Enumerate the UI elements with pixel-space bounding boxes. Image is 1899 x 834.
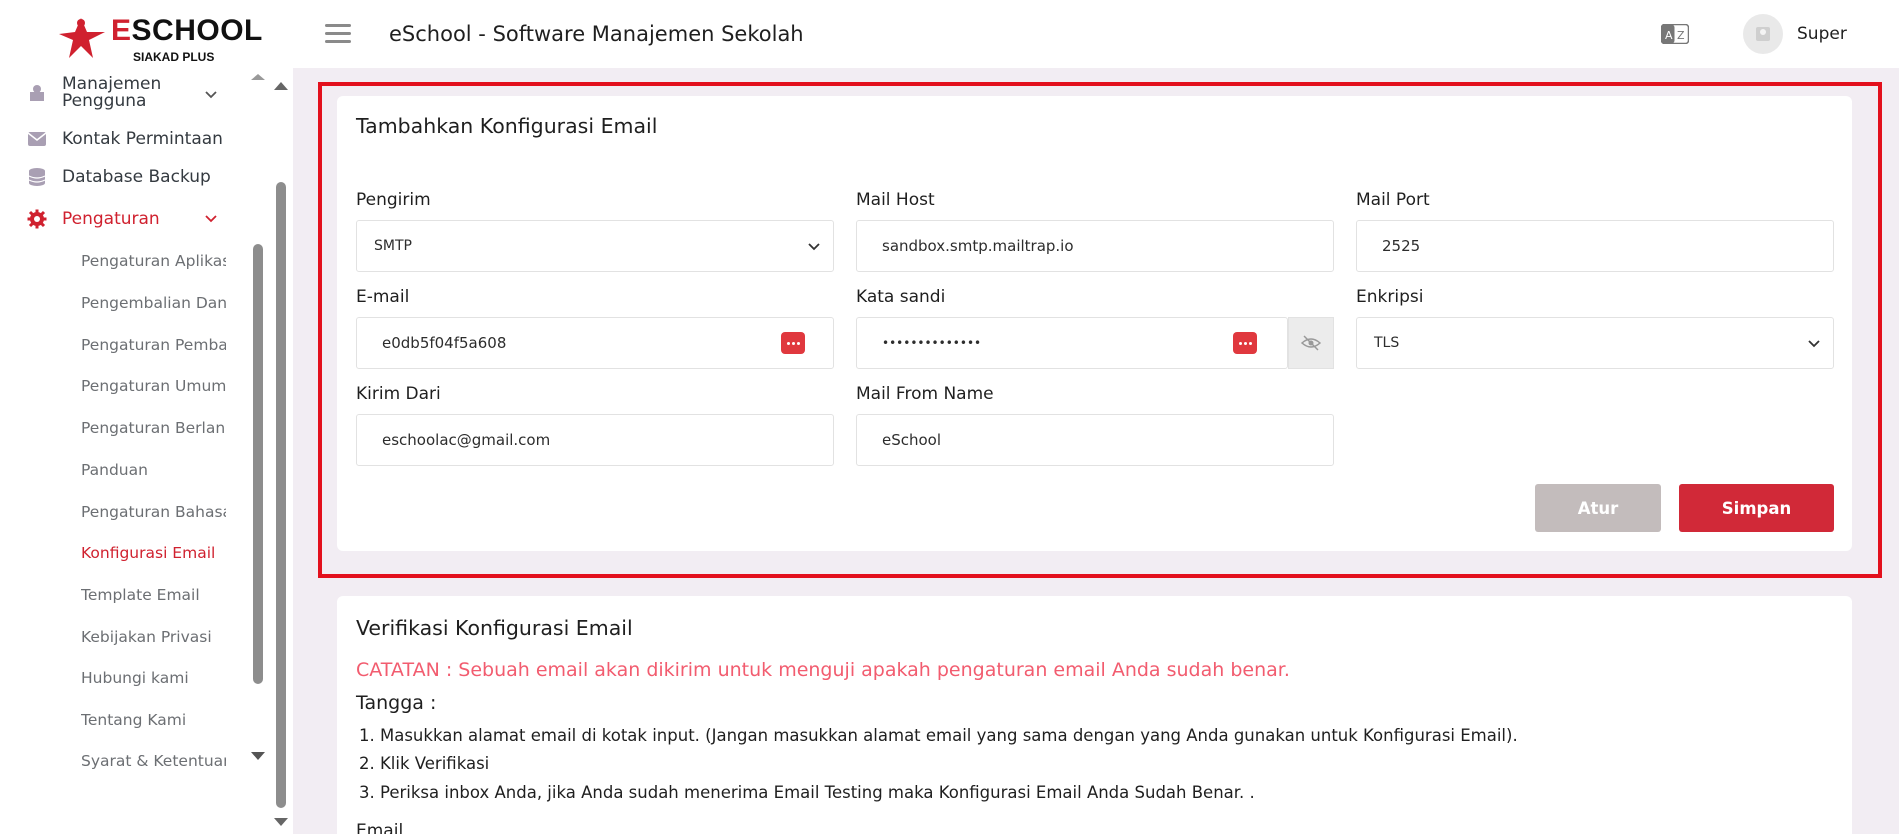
steps-title: Tangga : xyxy=(356,692,437,714)
user-name[interactable]: Super xyxy=(1797,24,1847,44)
submenu-item[interactable]: Template Email xyxy=(81,586,226,604)
gear-icon xyxy=(26,208,48,230)
submenu-item[interactable]: Hubungi kami xyxy=(81,669,226,687)
envelope-icon xyxy=(26,128,48,150)
host-value: sandbox.smtp.mailtrap.io xyxy=(882,237,1074,255)
eye-slash-icon xyxy=(1301,335,1321,351)
mail-host-input[interactable]: sandbox.smtp.mailtrap.io xyxy=(856,220,1334,272)
submenu-item[interactable]: Pengaturan Berlangganan xyxy=(81,419,226,437)
submenu-item[interactable]: Pengaturan Bahasa xyxy=(81,503,226,521)
sidebar-item-label: Manajemen Pengguna xyxy=(62,76,161,110)
step-item: 2. Klik Verifikasi xyxy=(359,754,490,773)
sidebar-item-label: Pengaturan xyxy=(62,209,160,229)
encryption-value: TLS xyxy=(1374,335,1400,351)
password-manager-icon[interactable] xyxy=(781,332,805,354)
language-icon[interactable]: AZ xyxy=(1661,24,1689,44)
email-config-card: Tambahkan Konfigurasi Email Pengirim SMT… xyxy=(337,96,1852,551)
submenu-item[interactable]: Tentang Kami xyxy=(81,711,226,729)
email-input[interactable]: e0db5f04f5a608 xyxy=(356,317,834,369)
chevron-down-icon[interactable] xyxy=(204,212,218,226)
sidebar: ESCHOOL SIAKAD PLUS Manajemen Pengguna K… xyxy=(0,0,293,834)
encryption-label: Enkripsi xyxy=(1356,287,1424,307)
mail-port-input[interactable]: 2525 xyxy=(1356,220,1834,272)
mailer-value: SMTP xyxy=(374,238,412,254)
brand-sub: SIAKAD PLUS xyxy=(133,50,215,64)
sidebar-item-label: Kontak Permintaan xyxy=(62,129,223,149)
password-manager-icon[interactable] xyxy=(1233,332,1257,354)
submenu-item[interactable]: Pengembalian Dana xyxy=(81,294,226,312)
mail-from-name-input[interactable]: eSchool xyxy=(856,414,1334,466)
step-item: 1. Masukkan alamat email di kotak input.… xyxy=(359,726,1518,745)
save-button[interactable]: Simpan xyxy=(1679,484,1834,532)
avatar[interactable] xyxy=(1743,14,1783,54)
email-value: e0db5f04f5a608 xyxy=(382,334,507,352)
app-title: eSchool - Software Manajemen Sekolah xyxy=(389,22,804,46)
svg-text:Z: Z xyxy=(1677,29,1685,42)
email-label: E-mail xyxy=(356,287,410,307)
sidebar-item-pengaturan[interactable]: Pengaturan xyxy=(26,208,160,230)
sidebar-scrollbar-thumb[interactable] xyxy=(253,244,263,684)
toggle-password-button[interactable] xyxy=(1288,317,1334,369)
password-label: Kata sandi xyxy=(856,287,946,307)
sidebar-item-database[interactable]: Database Backup xyxy=(26,166,211,188)
outer-scroll-down-arrow[interactable] xyxy=(274,818,288,826)
submenu-item[interactable]: Panduan xyxy=(81,461,226,479)
avatar-image-icon xyxy=(1756,27,1770,41)
note-text: CATATAN : Sebuah email akan dikirim untu… xyxy=(356,659,1290,681)
menu-toggle-icon[interactable] xyxy=(325,24,351,44)
mailer-select[interactable]: SMTP xyxy=(356,220,834,272)
encryption-select[interactable]: TLS xyxy=(1356,317,1834,369)
mailer-label: Pengirim xyxy=(356,190,431,210)
label-line2: Pengguna xyxy=(62,91,147,111)
scroll-down-arrow[interactable] xyxy=(251,752,265,760)
step-item: 3. Periksa inbox Anda, jika Anda sudah m… xyxy=(359,783,1255,802)
from-name-label: Mail From Name xyxy=(856,384,994,404)
brand-logo[interactable]: ESCHOOL SIAKAD PLUS xyxy=(55,12,262,64)
chevron-down-icon xyxy=(808,243,820,251)
password-value: •••••••••••••• xyxy=(882,336,982,350)
mail-from-input[interactable]: eschoolac@gmail.com xyxy=(356,414,834,466)
database-icon xyxy=(26,166,48,188)
card-title: Tambahkan Konfigurasi Email xyxy=(356,114,658,138)
outer-scroll-up-arrow[interactable] xyxy=(274,82,288,90)
card-title: Verifikasi Konfigurasi Email xyxy=(356,616,633,640)
submenu-item-konfigurasi-email[interactable]: Konfigurasi Email xyxy=(81,544,226,562)
submenu-item[interactable]: Pengaturan Umum xyxy=(81,377,226,395)
sidebar-item-kontak[interactable]: Kontak Permintaan xyxy=(26,128,223,150)
outer-scrollbar-thumb[interactable] xyxy=(276,182,286,808)
chevron-down-icon xyxy=(1808,340,1820,348)
topbar: eSchool - Software Manajemen Sekolah AZ … xyxy=(293,0,1899,68)
submenu-item[interactable]: Pengaturan Aplikasi xyxy=(81,252,226,270)
scroll-up-arrow[interactable] xyxy=(251,74,265,80)
port-value: 2525 xyxy=(1382,237,1421,255)
password-input[interactable]: •••••••••••••• xyxy=(856,317,1288,369)
brand-name: ESCHOOL xyxy=(111,14,263,47)
submenu-item[interactable]: Syarat & Ketentuan xyxy=(81,752,226,770)
from-label: Kirim Dari xyxy=(356,384,441,404)
logo-mark-icon xyxy=(59,18,105,58)
users-icon xyxy=(26,82,48,104)
sidebar-item-manajemen-pengguna[interactable]: Manajemen Pengguna xyxy=(26,76,161,110)
email-verify-card: Verifikasi Konfigurasi Email CATATAN : S… xyxy=(337,596,1852,834)
from-name-value: eSchool xyxy=(882,431,942,449)
chevron-down-icon[interactable] xyxy=(204,88,218,102)
verify-email-label: Email xyxy=(356,821,404,834)
submenu-item[interactable]: Pengaturan Pembayaran xyxy=(81,336,226,354)
svg-text:A: A xyxy=(1665,29,1673,42)
reset-button[interactable]: Atur xyxy=(1535,484,1661,532)
submenu-item[interactable]: Kebijakan Privasi xyxy=(81,628,226,646)
from-value: eschoolac@gmail.com xyxy=(382,431,551,449)
port-label: Mail Port xyxy=(1356,190,1430,210)
sidebar-item-label: Database Backup xyxy=(62,167,211,187)
host-label: Mail Host xyxy=(856,190,935,210)
